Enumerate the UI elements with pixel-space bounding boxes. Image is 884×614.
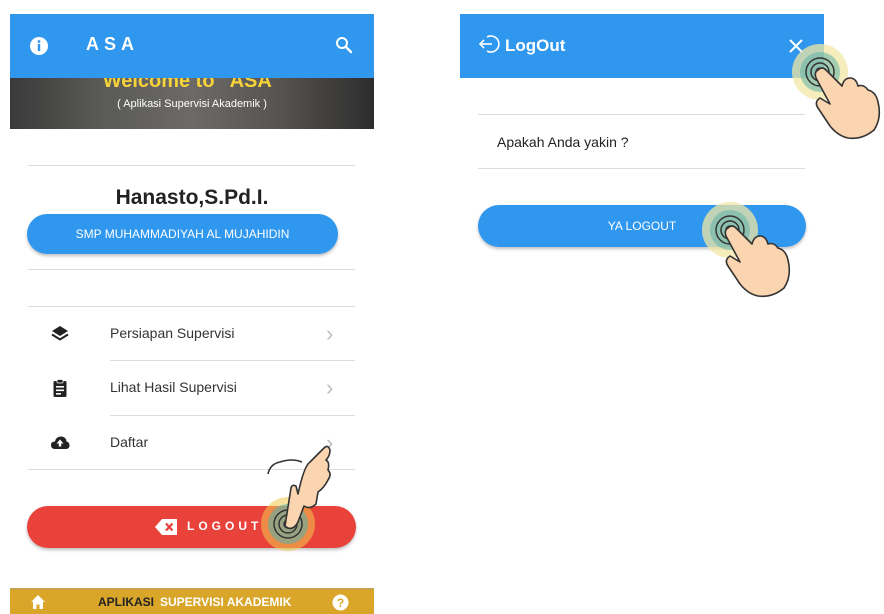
divider <box>478 114 805 115</box>
info-icon[interactable] <box>29 36 49 56</box>
logout-dialog-screen: LogOut Apakah Anda yakin ? YA LOGOUT <box>460 14 881 314</box>
logout-label: LOGOUT <box>187 519 263 533</box>
divider <box>28 165 355 166</box>
tap-hand-icon <box>702 202 791 298</box>
dialog-bar: LogOut <box>460 14 824 78</box>
banner-subtitle: ( Aplikasi Supervisi Akademik ) <box>117 98 267 110</box>
home-screen: ASA Welcome to "ASA" ( Aplikasi Supervis… <box>10 14 374 614</box>
bottom-bar-title: APLIKASI <box>98 595 155 609</box>
divider <box>28 269 355 270</box>
tap-hand-icon <box>792 44 881 140</box>
bottom-bar-subtitle: SUPERVISI AKADEMIK <box>160 595 292 609</box>
welcome-banner: Welcome to "ASA" ( Aplikasi Supervisi Ak… <box>10 78 374 129</box>
backspace-icon <box>155 519 177 535</box>
school-button[interactable]: SMP MUHAMMADIYAH AL MUJAHIDIN <box>27 214 338 254</box>
clipboard-icon <box>53 379 67 397</box>
dialog-title: LogOut <box>505 36 566 55</box>
svg-text:?: ? <box>337 596 344 610</box>
user-name: Hanasto,S.Pd.I. <box>115 186 269 209</box>
home-icon[interactable] <box>30 594 46 610</box>
menu-item-persiapan-supervisi[interactable]: Persiapan Supervisi › <box>28 307 355 361</box>
chevron-right-icon: › <box>326 321 334 346</box>
tap-hand-icon <box>261 445 331 551</box>
menu-item-label: Lihat Hasil Supervisi <box>110 379 237 395</box>
confirm-text: Apakah Anda yakin ? <box>497 134 629 150</box>
menu-item-lihat-hasil-supervisi[interactable]: Lihat Hasil Supervisi › <box>28 361 355 415</box>
cloud-upload-icon <box>51 436 70 449</box>
search-icon[interactable] <box>335 36 353 54</box>
menu-item-label: Daftar <box>110 434 149 450</box>
help-icon[interactable]: ? <box>332 594 349 611</box>
banner-welcome-text: Welcome to "ASA" <box>102 78 282 92</box>
chevron-right-icon: › <box>326 375 334 400</box>
logout-icon <box>479 35 500 53</box>
bottom-bar: APLIKASI SUPERVISI AKADEMIK ? <box>10 588 374 614</box>
app-title: ASA <box>86 34 140 54</box>
layers-icon <box>51 326 69 341</box>
menu-item-label: Persiapan Supervisi <box>110 325 235 341</box>
app-bar: ASA <box>10 14 374 78</box>
divider <box>478 168 805 169</box>
